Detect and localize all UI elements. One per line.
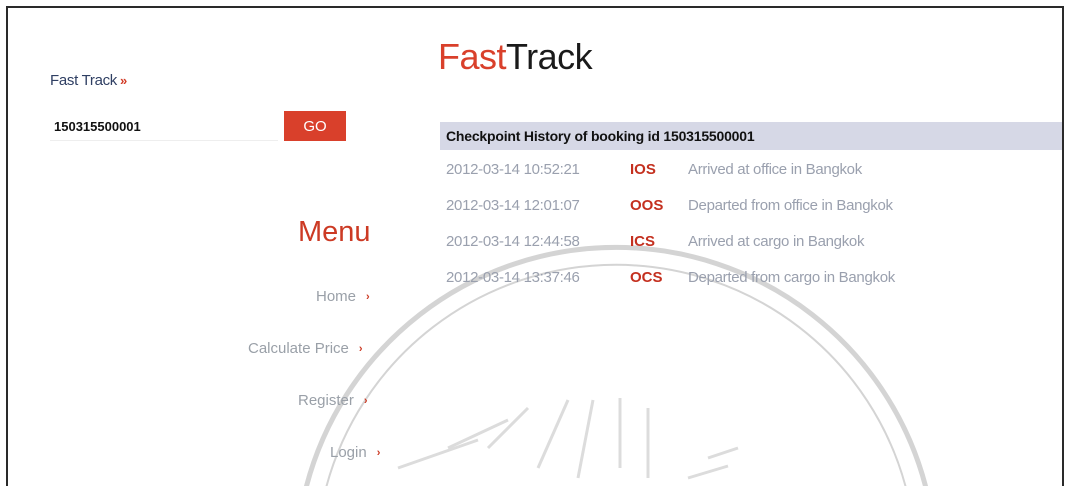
checkpoint-code: OCS <box>630 269 663 286</box>
checkpoint-description: Departed from office in Bangkok <box>688 197 893 214</box>
menu-item-login[interactable]: Login › <box>330 444 380 461</box>
checkpoint-code: IOS <box>630 161 656 178</box>
brand-logo-part2: Track <box>506 36 593 77</box>
brand-logo-part1: Fast <box>438 36 507 77</box>
checkpoint-timestamp: 2012-03-14 12:01:07 <box>446 197 580 214</box>
menu-item-calculate-price[interactable]: Calculate Price › <box>248 340 363 357</box>
tracking-number-input[interactable] <box>50 112 278 140</box>
chevron-right-icon: › <box>358 343 363 355</box>
checkpoint-timestamp: 2012-03-14 12:44:58 <box>446 233 580 250</box>
double-arrow-icon: » <box>120 73 127 88</box>
checkpoint-description: Departed from cargo in Bangkok <box>688 269 895 286</box>
checkpoint-timestamp: 2012-03-14 13:37:46 <box>446 269 580 286</box>
checkpoint-description: Arrived at office in Bangkok <box>688 161 862 178</box>
fast-track-label-text: Fast Track <box>50 72 118 89</box>
brand-logo: FastTrack <box>438 36 593 78</box>
app-window: Fast Track» GO FastTrack Menu Home› Calc… <box>6 6 1064 486</box>
menu-item-label: Login <box>330 444 367 461</box>
menu-item-register[interactable]: Register › <box>298 392 368 409</box>
menu-item-label: Calculate Price <box>248 340 349 357</box>
menu-item-label: Register <box>298 392 354 409</box>
checkpoint-history-header: Checkpoint History of booking id 1503155… <box>440 122 1062 150</box>
chevron-right-icon: › <box>363 395 368 407</box>
checkpoint-timestamp: 2012-03-14 10:52:21 <box>446 161 580 178</box>
fast-track-label: Fast Track» <box>50 72 127 89</box>
checkpoint-code: ICS <box>630 233 656 250</box>
checkpoint-code: OOS <box>630 197 664 214</box>
menu-item-home[interactable]: Home › <box>316 288 370 305</box>
go-button[interactable]: GO <box>284 111 346 141</box>
chevron-right-icon: › <box>366 291 370 303</box>
chevron-right-icon: › <box>376 447 381 459</box>
menu-item-label: Home <box>316 288 357 305</box>
menu-heading: Menu <box>298 216 371 248</box>
checkpoint-description: Arrived at cargo in Bangkok <box>688 233 865 250</box>
